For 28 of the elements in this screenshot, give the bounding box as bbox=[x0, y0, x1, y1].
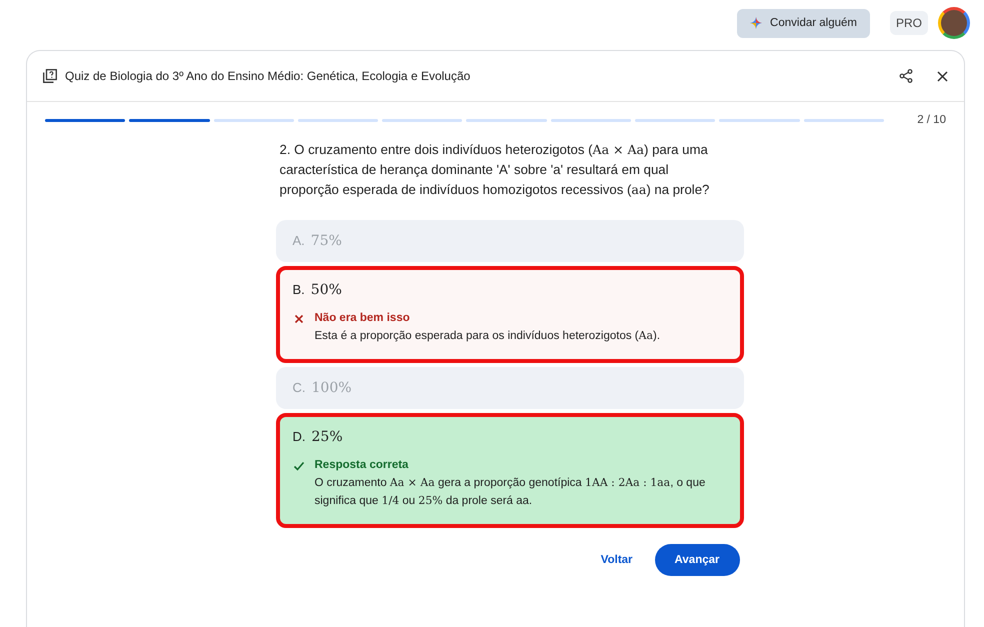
feedback-title: Resposta correta bbox=[314, 459, 410, 472]
close-icon bbox=[292, 313, 304, 325]
option-letter: C. bbox=[292, 380, 306, 395]
sparkle-icon bbox=[750, 17, 762, 29]
question-text: 2. O cruzamento entre dois indivíduos heterozigotos (Aa × Aa) para uma característica de herança dominante 'A' sobre 'a' resultará em qual proporção esperada de indivíduos homozigotos recessivos (aa) na prole? bbox=[280, 141, 710, 199]
option-value: 50% bbox=[310, 282, 342, 298]
option-letter: B. bbox=[292, 282, 305, 297]
option-value: 75% bbox=[310, 233, 342, 249]
question-counter: 2 / 10 bbox=[916, 114, 946, 126]
close-icon[interactable] bbox=[937, 70, 948, 82]
quiz-icon bbox=[43, 69, 57, 83]
plan-badge: PRO bbox=[890, 11, 928, 35]
feedback-text: Esta é a proporção esperada para os indivíduos heterozigotos (Aa). bbox=[314, 328, 662, 344]
share-icon[interactable] bbox=[899, 69, 913, 83]
next-button[interactable]: Avançar bbox=[654, 544, 740, 576]
feedback-title: Não era bem isso bbox=[314, 312, 411, 325]
option-letter: A. bbox=[292, 233, 305, 248]
option-letter: D. bbox=[292, 429, 306, 444]
invite-button[interactable]: Convidar alguém bbox=[737, 8, 870, 38]
back-button[interactable]: Voltar bbox=[592, 546, 641, 574]
avatar[interactable] bbox=[938, 7, 970, 39]
answer-option[interactable]: D. 25% Resposta correta O cruzamento Aa × Aa gera a proporção genotípica 1AA : 2Aa : 1aa, o que significa que 1/4 ou 25% da prole será aa. bbox=[276, 413, 744, 528]
check-icon bbox=[292, 460, 304, 472]
quiz-title: Quiz de Biologia do 3º Ano do Ensino Médio: Genética, Ecologia e Evolução bbox=[65, 69, 472, 83]
answer-option[interactable]: B. 50% Não era bem isso Esta é a proporção esperada para os indivíduos heterozigotos (Aa). bbox=[276, 266, 744, 363]
feedback-text: O cruzamento Aa × Aa gera a proporção genotípica 1AA : 2Aa : 1aa, o que significa que 1/4 ou 25% da prole será aa. bbox=[314, 475, 706, 509]
option-value: 100% bbox=[312, 380, 352, 396]
option-value: 25% bbox=[312, 429, 343, 445]
